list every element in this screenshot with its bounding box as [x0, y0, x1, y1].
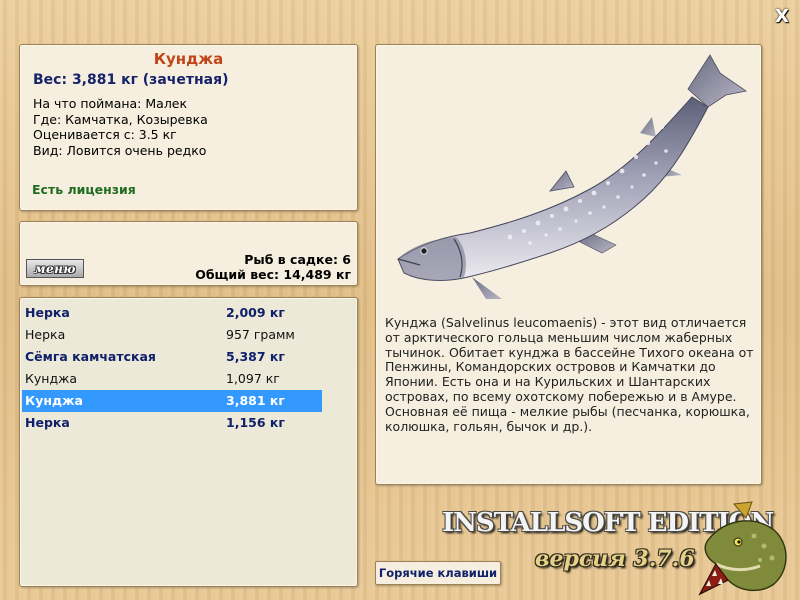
catch-weight: 957 грамм [226, 327, 295, 342]
catch-list-item[interactable]: Нерка 1,156 кг [22, 412, 322, 434]
fish-title: Кунджа [153, 50, 224, 68]
fish-caught-on: На что поймана: Малек [33, 96, 188, 111]
catch-list-item-selected[interactable]: Кунджа 3,881 кг [22, 390, 322, 412]
fish-kind: Вид: Ловится очень редко [33, 143, 207, 158]
license-status: Есть лицензия [32, 182, 136, 197]
catch-name: Сёмга камчатская [25, 349, 156, 364]
fish-info-panel: Кунджа Вес: 3,881 кг (зачетная) На что п… [19, 44, 358, 211]
brand-edition: INSTALLSOFT EDITION [442, 508, 774, 538]
fish-description: Кунджа (Salvelinus leucomaenis) - этот в… [385, 315, 754, 434]
catch-weight: 5,387 кг [226, 349, 285, 364]
catch-weight: 1,156 кг [226, 415, 285, 430]
catch-name: Нерка [25, 327, 66, 342]
fish-in-net-count: Рыб в садке: 6 [244, 252, 351, 267]
menu-button[interactable]: меню [26, 259, 84, 278]
fish-illustration [397, 54, 748, 299]
fish-location: Где: Камчатка, Козыревка [33, 112, 208, 127]
catch-list-item[interactable]: Нерка 957 грамм [22, 324, 322, 346]
net-summary-panel: меню Рыб в садке: 6 Общий вес: 14,489 кг [19, 221, 358, 286]
catch-list-item[interactable]: Кунджа 1,097 кг [22, 368, 322, 390]
catch-weight: 2,009 кг [226, 305, 285, 320]
catch-list[interactable]: Нерка 2,009 кг Нерка 957 грамм Сёмга кам… [19, 297, 358, 587]
catch-weight: 1,097 кг [226, 371, 280, 386]
close-icon[interactable]: X [772, 7, 792, 27]
fish-valued-from: Оценивается с: 3.5 кг [33, 127, 177, 142]
total-weight: Общий вес: 14,489 кг [195, 267, 351, 282]
catch-list-item[interactable]: Сёмга камчатская 5,387 кг [22, 346, 322, 368]
catch-name: Кунджа [25, 393, 83, 408]
fish-weight: Вес: 3,881 кг (зачетная) [33, 72, 229, 88]
catch-weight: 3,881 кг [226, 393, 285, 408]
hotkeys-button[interactable]: Горячие клавиши [375, 561, 501, 585]
catch-name: Кунджа [25, 371, 78, 386]
catch-list-item[interactable]: Нерка 2,009 кг [22, 302, 322, 324]
pike-logo-icon [698, 501, 787, 596]
catch-name: Нерка [25, 415, 70, 430]
fish-detail-panel: Кунджа (Salvelinus leucomaenis) - этот в… [375, 44, 762, 485]
brand-version: версия 3.7.6 [535, 546, 695, 572]
catch-name: Нерка [25, 305, 70, 320]
